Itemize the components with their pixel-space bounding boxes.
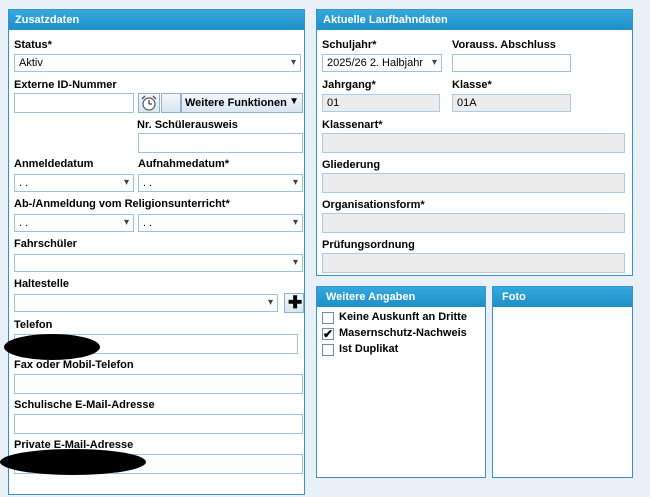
weitere-angaben-panel: Weitere Angaben Keine Auskunft an Dritte… xyxy=(316,286,486,478)
fax-input[interactable] xyxy=(14,374,303,394)
schul-email-label: Schulische E-Mail-Adresse xyxy=(14,399,155,411)
telefon-label: Telefon xyxy=(14,319,53,331)
laufbahndaten-title: Aktuelle Laufbahndaten xyxy=(317,10,632,30)
gliederung-label: Gliederung xyxy=(322,159,381,171)
aufnahmedatum-picker[interactable]: . . xyxy=(138,174,303,192)
jahrgang-label: Jahrgang* xyxy=(322,79,376,91)
laufbahndaten-panel: Aktuelle Laufbahndaten Schuljahr* Voraus… xyxy=(316,9,633,276)
keine-auskunft-label: Keine Auskunft an Dritte xyxy=(339,311,467,323)
weitere-funktionen-label: Weitere Funktionen xyxy=(185,97,287,109)
checkbox-row-duplikat[interactable]: Ist Duplikat xyxy=(322,343,482,358)
religion-anmeldung-picker[interactable]: . . xyxy=(138,214,303,232)
plus-icon: ✚ xyxy=(288,293,303,312)
fahrschueler-label: Fahrschüler xyxy=(14,238,77,250)
aufnahmedatum-label: Aufnahmedatum* xyxy=(138,158,230,170)
klasse-field: 01A xyxy=(452,94,571,112)
duplikat-checkbox[interactable] xyxy=(322,344,334,356)
abschluss-input[interactable] xyxy=(452,54,571,72)
alarm-clock-button[interactable] xyxy=(138,93,160,113)
weitere-funktionen-icon-button[interactable] xyxy=(161,93,181,113)
fahrschueler-select[interactable] xyxy=(14,254,303,272)
chevron-down-icon: ▼ xyxy=(289,96,299,107)
redaction-email xyxy=(0,449,146,475)
status-select[interactable]: Aktiv xyxy=(14,54,301,72)
klassenart-label: Klassenart* xyxy=(322,119,383,131)
masernschutz-checkbox[interactable]: ✔ xyxy=(322,328,334,340)
checkbox-row-keine-auskunft[interactable]: Keine Auskunft an Dritte xyxy=(322,311,482,326)
organisationsform-field xyxy=(322,213,625,233)
externe-id-input[interactable] xyxy=(14,93,134,113)
zusatzdaten-panel: Zusatzdaten Status* Aktiv Externe ID-Num… xyxy=(8,9,305,495)
schuelerausweis-label: Nr. Schülerausweis xyxy=(137,119,238,131)
haltestelle-select[interactable] xyxy=(14,294,278,312)
redaction-telefon xyxy=(4,334,100,360)
alarm-clock-icon xyxy=(141,95,157,111)
gliederung-field xyxy=(322,173,625,193)
abschluss-label: Vorauss. Abschluss xyxy=(452,39,556,51)
anmeldedatum-picker[interactable]: . . xyxy=(14,174,134,192)
schul-email-input[interactable] xyxy=(14,414,303,434)
zusatzdaten-title: Zusatzdaten xyxy=(9,10,304,30)
status-label: Status* xyxy=(14,39,52,51)
klassenart-field xyxy=(322,133,625,153)
masernschutz-label: Masernschutz-Nachweis xyxy=(339,327,467,339)
schuljahr-label: Schuljahr* xyxy=(322,39,377,51)
fax-label: Fax oder Mobil-Telefon xyxy=(14,359,134,371)
religion-label: Ab-/Anmeldung vom Religionsunterricht* xyxy=(14,198,230,210)
religion-abmeldung-picker[interactable]: . . xyxy=(14,214,134,232)
pruefungsordnung-field xyxy=(322,253,625,273)
foto-title: Foto xyxy=(493,287,632,307)
weitere-angaben-title: Weitere Angaben xyxy=(317,287,485,307)
schuljahr-select[interactable]: 2025/26 2. Halbjahr xyxy=(322,54,442,72)
keine-auskunft-checkbox[interactable] xyxy=(322,312,334,324)
schuelerausweis-input[interactable] xyxy=(138,133,303,153)
haltestelle-label: Haltestelle xyxy=(14,278,70,290)
foto-area[interactable] xyxy=(494,308,631,476)
duplikat-label: Ist Duplikat xyxy=(339,343,399,355)
add-haltestelle-button[interactable]: ✚ xyxy=(284,293,304,313)
anmeldedatum-label: Anmeldedatum xyxy=(14,158,94,170)
organisationsform-label: Organisationsform* xyxy=(322,199,425,211)
weitere-funktionen-button[interactable]: Weitere Funktionen ▼ xyxy=(181,93,303,113)
foto-panel: Foto xyxy=(492,286,633,478)
jahrgang-field: 01 xyxy=(322,94,440,112)
pruefungsordnung-label: Prüfungsordnung xyxy=(322,239,415,251)
externe-id-label: Externe ID-Nummer xyxy=(14,79,117,91)
checkbox-row-masernschutz[interactable]: ✔ Masernschutz-Nachweis xyxy=(322,327,482,342)
klasse-label: Klasse* xyxy=(452,79,492,91)
